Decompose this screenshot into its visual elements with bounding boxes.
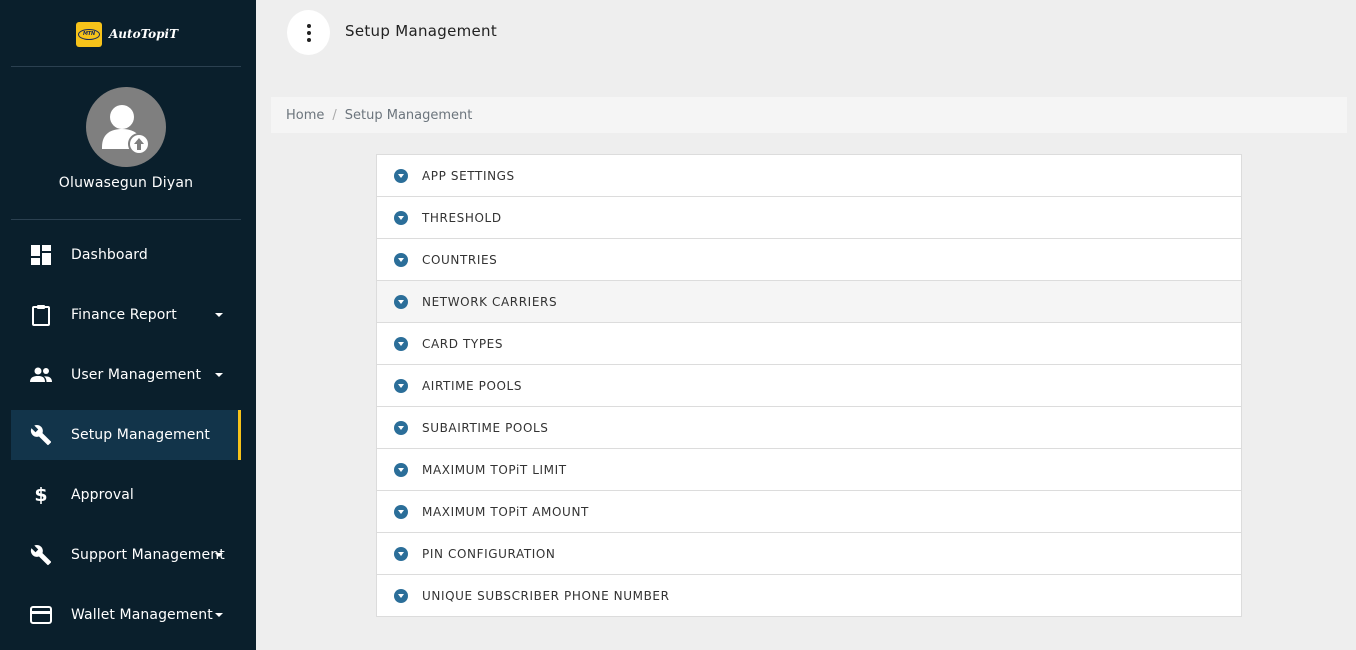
people-icon <box>30 364 52 386</box>
accordion-item-countries[interactable]: COUNTRIES <box>377 239 1241 281</box>
expand-circle-icon <box>394 504 408 519</box>
dashboard-icon <box>30 244 52 266</box>
dot-icon <box>306 23 311 28</box>
user-upload-icon <box>102 105 150 155</box>
expand-circle-icon <box>394 378 408 393</box>
expand-circle-icon <box>394 420 408 435</box>
breadcrumb-current: Setup Management <box>344 107 473 123</box>
expand-circle-icon <box>394 252 408 267</box>
dot-icon <box>306 37 311 42</box>
expand-circle-icon <box>394 546 408 561</box>
chevron-down-icon <box>215 313 223 317</box>
accordion-item-threshold[interactable]: THRESHOLD <box>377 197 1241 239</box>
credit-card-icon <box>30 604 52 626</box>
accordion-item-label: NETWORK CARRIERS <box>422 294 558 309</box>
more-options-button[interactable] <box>287 10 330 55</box>
sidebar-item-support-management[interactable]: Support Management <box>11 530 241 580</box>
accordion-item-label: UNIQUE SUBSCRIBER PHONE NUMBER <box>422 588 670 603</box>
sidebar-item-label: Setup Management <box>71 427 211 443</box>
wrench-icon <box>30 544 52 566</box>
accordion-item-unique-subscriber-phone-number[interactable]: UNIQUE SUBSCRIBER PHONE NUMBER <box>377 575 1241 616</box>
accordion-item-pin-configuration[interactable]: PIN CONFIGURATION <box>377 533 1241 575</box>
setup-accordion: APP SETTINGS THRESHOLD COUNTRIES NETWORK… <box>376 154 1242 617</box>
expand-circle-icon <box>394 462 408 477</box>
accordion-item-airtime-pools[interactable]: AIRTIME POOLS <box>377 365 1241 407</box>
chevron-down-icon <box>215 373 223 377</box>
accordion-item-label: APP SETTINGS <box>422 168 515 183</box>
breadcrumb-home-link[interactable]: Home <box>286 108 324 123</box>
accordion-item-maximum-topit-limit[interactable]: MAXIMUM TOPiT LIMIT <box>377 449 1241 491</box>
sidebar-item-dashboard[interactable]: Dashboard <box>11 230 241 280</box>
accordion-item-maximum-topit-amount[interactable]: MAXIMUM TOPiT AMOUNT <box>377 491 1241 533</box>
brand-name: AutoTopiT <box>109 27 179 41</box>
accordion-item-network-carriers[interactable]: NETWORK CARRIERS <box>377 281 1241 323</box>
page-title: Setup Management <box>345 22 498 40</box>
sidebar: MTN AutoTopiT Oluwasegun Diyan Dashboard… <box>0 0 256 650</box>
accordion-item-label: CARD TYPES <box>422 336 504 351</box>
accordion-item-label: COUNTRIES <box>422 252 498 267</box>
mtn-logo-icon: MTN <box>76 21 102 47</box>
expand-circle-icon <box>394 294 408 309</box>
sidebar-item-setup-management[interactable]: Setup Management <box>11 410 241 460</box>
accordion-item-label: PIN CONFIGURATION <box>422 546 556 561</box>
user-name: Oluwasegun Diyan <box>58 175 194 191</box>
sidebar-item-label: Support Management <box>71 547 225 563</box>
avatar[interactable] <box>86 87 166 167</box>
chevron-down-icon <box>215 613 223 617</box>
accordion-item-label: SUBAIRTIME POOLS <box>422 420 549 435</box>
sidebar-item-label: Finance Report <box>71 307 177 323</box>
accordion-item-label: AIRTIME POOLS <box>422 378 523 393</box>
chevron-down-icon <box>215 553 223 557</box>
sidebar-item-finance-report[interactable]: Finance Report <box>11 290 241 340</box>
accordion-item-subairtime-pools[interactable]: SUBAIRTIME POOLS <box>377 407 1241 449</box>
sidebar-item-label: Wallet Management <box>71 607 213 623</box>
sidebar-nav: Dashboard Finance Report User Management… <box>11 230 241 650</box>
sidebar-item-label: Approval <box>71 487 134 503</box>
accordion-item-label: MAXIMUM TOPiT AMOUNT <box>422 504 589 519</box>
sidebar-divider <box>11 66 241 67</box>
accordion-item-label: MAXIMUM TOPiT LIMIT <box>422 462 567 477</box>
sidebar-item-wallet-management[interactable]: Wallet Management <box>11 590 241 640</box>
sidebar-item-label: Dashboard <box>71 247 148 263</box>
breadcrumb: Home / Setup Management <box>271 97 1347 133</box>
brand-logo[interactable]: MTN AutoTopiT <box>76 21 178 47</box>
accordion-item-app-settings[interactable]: APP SETTINGS <box>377 155 1241 197</box>
sidebar-item-user-management[interactable]: User Management <box>11 350 241 400</box>
expand-circle-icon <box>394 210 408 225</box>
accordion-item-label: THRESHOLD <box>422 210 502 225</box>
expand-circle-icon <box>394 336 408 351</box>
wrench-icon <box>30 424 52 446</box>
dot-icon <box>306 30 311 35</box>
sidebar-item-approval[interactable]: $ Approval <box>11 470 241 520</box>
sidebar-divider <box>11 219 241 220</box>
expand-circle-icon <box>394 168 408 183</box>
breadcrumb-separator: / <box>332 107 337 123</box>
clipboard-icon <box>30 304 52 326</box>
accordion-item-card-types[interactable]: CARD TYPES <box>377 323 1241 365</box>
sidebar-item-label: User Management <box>71 367 202 383</box>
expand-circle-icon <box>394 588 408 603</box>
dollar-icon: $ <box>34 484 48 506</box>
